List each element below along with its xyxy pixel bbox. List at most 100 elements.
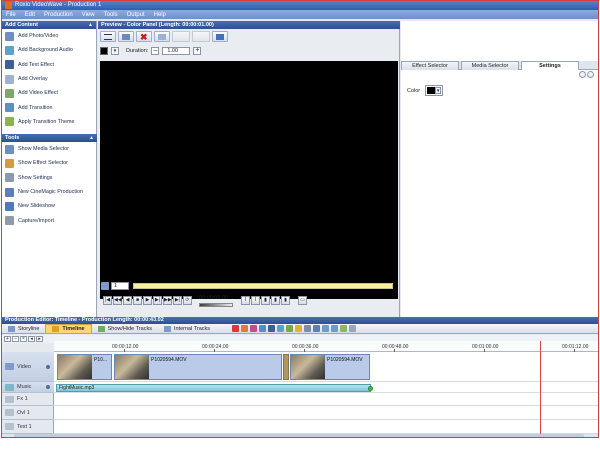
transition-marker[interactable]	[283, 354, 289, 380]
list-view-button[interactable]	[100, 31, 116, 42]
add-content-item[interactable]: Add Background Audio	[2, 43, 96, 57]
video-clip[interactable]: P1020594.MOV	[114, 354, 282, 380]
fullscreen-button[interactable]: ▭	[298, 296, 307, 305]
delete-track-icon[interactable]: ×	[20, 336, 27, 342]
track-enabled-icon[interactable]	[46, 364, 50, 369]
settings-icon	[5, 173, 14, 183]
music-clip[interactable]: FightMusic.mp3	[56, 384, 373, 392]
track-header-music[interactable]: Music	[2, 382, 54, 393]
tools-item[interactable]: New Slideshow	[2, 199, 97, 213]
overlay-icon[interactable]	[277, 325, 285, 332]
clip-end-handle[interactable]	[368, 386, 373, 391]
effect-icon[interactable]	[241, 325, 249, 332]
menu-output[interactable]: Output	[127, 12, 145, 18]
tools-item[interactable]: Show Effect Selector	[2, 156, 97, 170]
split-icon[interactable]	[250, 325, 258, 332]
add-content-item[interactable]: Add Overlay	[2, 72, 96, 86]
go-start-button[interactable]: |◀	[103, 296, 112, 305]
collapse-arrow-icon[interactable]: ▲	[88, 21, 93, 29]
mark-out-button[interactable]: I	[251, 296, 260, 305]
add-content-item[interactable]: Apply Transition Theme	[2, 115, 96, 129]
music-icon[interactable]	[286, 325, 294, 332]
mark-in-button[interactable]: I	[241, 296, 250, 305]
track-header-text[interactable]: Text 1	[2, 420, 54, 434]
grid-icon[interactable]	[349, 325, 357, 332]
menu-file[interactable]: File	[6, 12, 16, 18]
add-content-item[interactable]: Add Text Effect	[2, 58, 96, 72]
audio-icon[interactable]	[295, 325, 303, 332]
menu-tools[interactable]: Tools	[104, 12, 118, 18]
rewind-button[interactable]: ◀◀	[113, 296, 122, 305]
link-icon[interactable]	[304, 325, 312, 332]
duration-decrease-button[interactable]: –	[151, 46, 160, 55]
stop-button[interactable]: ■	[133, 296, 142, 305]
play-button[interactable]: ▶	[143, 296, 152, 305]
transition-icon[interactable]	[259, 325, 267, 332]
step-forward-button[interactable]: ▶|	[153, 296, 162, 305]
menu-production[interactable]: Production	[44, 12, 73, 18]
menu-help[interactable]: Help	[154, 12, 166, 18]
tools-item[interactable]: Capture/Import	[2, 213, 97, 227]
fit-icon[interactable]	[340, 325, 348, 332]
tab-effect-selector[interactable]: Effect Selector	[401, 61, 459, 70]
duration-increase-button[interactable]: +	[193, 46, 202, 55]
go-end-button[interactable]: ▶|	[173, 296, 182, 305]
track-header-fx[interactable]: Fx 1	[2, 393, 54, 406]
frame-input[interactable]: 1	[111, 282, 129, 290]
menu-edit[interactable]: Edit	[25, 12, 35, 18]
properties-button[interactable]	[118, 31, 134, 42]
color-dropdown-icon[interactable]: ▾	[111, 46, 119, 55]
snapshot-button[interactable]: ▮	[281, 296, 290, 305]
snap-icon[interactable]	[313, 325, 321, 332]
delete-icon[interactable]	[232, 325, 240, 332]
tools-header[interactable]: Tools ▲	[2, 134, 97, 142]
add-content-header[interactable]: Add Content ▲	[2, 21, 96, 29]
add-content-item[interactable]: Add Transition	[2, 100, 96, 114]
panel-float-icon[interactable]	[579, 71, 586, 78]
tools-item[interactable]: Show Settings	[2, 171, 97, 185]
add-content-item[interactable]: Add Photo/Video	[2, 29, 96, 43]
add-track-icon[interactable]: +	[4, 336, 11, 342]
video-clip[interactable]: P1020594.MOV	[290, 354, 370, 380]
playhead[interactable]	[540, 341, 541, 434]
color-picker[interactable]: ▾	[425, 85, 444, 96]
duration-input[interactable]: 1.00	[162, 46, 191, 55]
video-clip[interactable]: P10...	[57, 354, 112, 380]
effects-dropdown-button[interactable]	[154, 31, 170, 42]
fast-forward-button[interactable]: ▶▶	[163, 296, 172, 305]
tools-item[interactable]: New CineMagic Production	[2, 185, 97, 199]
zoom-icon[interactable]	[101, 282, 109, 290]
save-button[interactable]	[212, 31, 228, 42]
volume-slider[interactable]	[199, 303, 233, 307]
scrub-bar[interactable]	[133, 283, 393, 289]
trim-button[interactable]: ▮	[271, 296, 280, 305]
add-content-item[interactable]: Add Video Effect	[2, 86, 96, 100]
zoom-out-icon[interactable]	[331, 325, 339, 332]
panel-close-icon[interactable]	[587, 71, 594, 78]
text-icon[interactable]	[268, 325, 276, 332]
track-header-overlay[interactable]: Ovl 1	[2, 406, 54, 420]
zoom-in-icon[interactable]	[322, 325, 330, 332]
timeline-scrollbar[interactable]	[2, 434, 598, 437]
tab-show-hide-tracks[interactable]: Show/Hide Tracks	[92, 324, 158, 334]
track-left-icon[interactable]: ◂	[28, 336, 35, 342]
remove-track-icon[interactable]: –	[12, 336, 19, 342]
color-swatch[interactable]	[100, 46, 108, 55]
step-back-button[interactable]: ◀	[123, 296, 132, 305]
track-header-video[interactable]: Video	[2, 352, 54, 382]
tab-settings[interactable]: Settings	[521, 61, 579, 70]
tab-media-selector[interactable]: Media Selector	[461, 61, 519, 70]
track-right-icon[interactable]: ▸	[36, 336, 43, 342]
collapse-arrow-icon[interactable]: ▲	[89, 134, 94, 142]
timeline-ruler[interactable]: 00:00:12.00 00:00:24.00 00:00:36.00 00:00:4…	[54, 341, 598, 352]
delete-button[interactable]: ✖	[136, 31, 152, 42]
split-button[interactable]: ▮	[261, 296, 270, 305]
track-enabled-icon[interactable]	[46, 385, 50, 389]
tab-timeline[interactable]: Timeline	[45, 323, 92, 334]
loop-button[interactable]: ⟳	[183, 296, 192, 305]
menu-view[interactable]: View	[82, 12, 95, 18]
scrollbar-thumb[interactable]	[14, 434, 584, 437]
tab-storyline[interactable]: Storyline	[2, 324, 45, 334]
tab-internal-tracks[interactable]: Internal Tracks	[158, 324, 216, 334]
tools-item[interactable]: Show Media Selector	[2, 142, 97, 156]
